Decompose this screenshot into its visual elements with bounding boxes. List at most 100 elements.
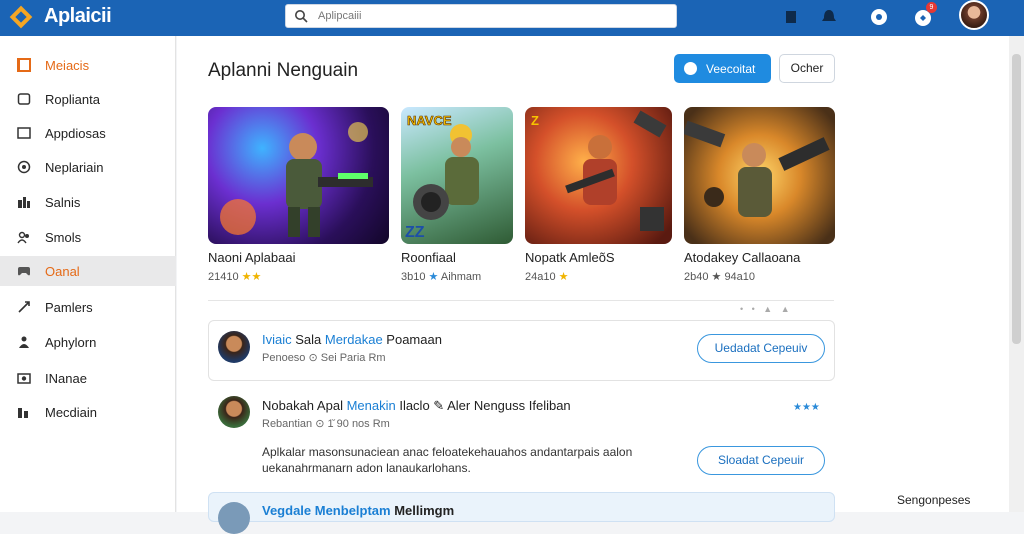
sidebar-item-salnis[interactable]: Salnis — [0, 187, 176, 217]
description-line: uekanahrmanarn adon lanaukarlohans. — [262, 461, 471, 475]
card-rating-value: 21410 — [208, 271, 239, 283]
user-avatar[interactable] — [959, 0, 989, 30]
camera-icon — [17, 373, 31, 384]
game-card-meta: 21410 ★★ — [208, 270, 261, 283]
title-part: Iviaic — [262, 332, 292, 347]
page-title: Aplanni Nenguain — [208, 60, 359, 81]
people-icon — [17, 231, 29, 244]
search-icon — [295, 10, 308, 23]
list-item-title: Iviaic Sala Merdakae Poamaan — [262, 332, 442, 347]
svg-text:Z: Z — [531, 113, 539, 128]
window-icon — [17, 127, 31, 139]
search-bar[interactable]: Aplipcaiii — [285, 4, 677, 28]
title-part: Vegdale — [262, 503, 312, 518]
title-part: Poamaan — [382, 332, 442, 347]
star-icon: ★ — [428, 271, 439, 283]
list-item-avatar — [218, 331, 250, 363]
list-item-avatar — [218, 396, 250, 428]
game-card-title[interactable]: Atodakey Callaoana — [684, 250, 800, 265]
sidebar-item-label: Smols — [45, 230, 82, 245]
chart-icon — [18, 408, 28, 418]
game-card-image[interactable] — [684, 107, 835, 244]
section-divider — [208, 300, 834, 301]
sidebar-item-label: Meiacis — [45, 58, 90, 73]
svg-text:ZZ: ZZ — [405, 224, 425, 241]
button-icon — [684, 62, 697, 75]
sidebar-item-mecdiain[interactable]: Mecdiain — [0, 397, 176, 427]
rating-stars-icon: ★★★ — [793, 402, 820, 413]
sidebar-item-label: INanae — [45, 371, 87, 386]
game-card-title[interactable]: Naoni Aplabaai — [208, 250, 295, 265]
star-icon: ★ — [558, 271, 569, 283]
folder-icon — [17, 58, 31, 72]
sidebar-item-label: Neplariain — [45, 160, 104, 175]
description-line: Aplkalar masonsunaciean anac feloatekeha… — [262, 445, 633, 459]
app-logo-icon[interactable] — [8, 4, 34, 30]
title-part: Sala — [291, 332, 325, 347]
sidebar-item-label: Pamlers — [45, 300, 93, 315]
game-card-title[interactable]: Roonfiaal — [401, 250, 456, 265]
top-bar: Aplaicii Aplipcaiii 9 — [0, 0, 1024, 36]
game-card-title[interactable]: Nopatk AmleõS — [525, 250, 615, 265]
sidebar-item-aphylorn[interactable]: Aphylorn — [0, 327, 176, 357]
bookmark-icon[interactable] — [780, 6, 802, 28]
title-part: Menakin — [346, 398, 396, 413]
sidebar-item-meiacis[interactable]: Meiacis — [0, 50, 176, 80]
star-icon: ★★ — [241, 271, 262, 283]
title-part: Mellimgm — [394, 503, 455, 518]
primary-action-label: Veecoitat — [706, 62, 756, 76]
sidebar: Meiacis Roplianta Appdiosas Neplariain S… — [0, 36, 176, 512]
game-icon — [18, 267, 30, 276]
list-item-description: Aplkalar masonsunaciean anac feloatekeha… — [262, 444, 632, 476]
share-icon — [18, 301, 30, 313]
list-item-subtitle: Rebantian ⊙ 1̆ 90 nos Rm — [262, 418, 390, 430]
chat-bubble-icon[interactable] — [868, 6, 890, 28]
document-icon — [17, 93, 31, 105]
game-card-image[interactable] — [208, 107, 389, 244]
chat-icon — [17, 160, 31, 174]
title-part: Ilaclo — [395, 398, 434, 413]
secondary-action-button[interactable]: Ocher — [779, 54, 835, 83]
game-card-image[interactable]: Z — [525, 107, 672, 244]
sidebar-item-inanae[interactable]: INanae — [0, 363, 176, 393]
title-part: Nobakah Apal — [262, 398, 347, 413]
sidebar-item-label: Salnis — [45, 195, 81, 210]
game-card-meta: 2b40 ★ 94a10 — [684, 270, 755, 283]
title-part: Merdakae — [324, 332, 383, 347]
update-button[interactable]: Sloadat Cepeuir — [697, 446, 825, 475]
carousel-dots[interactable]: • • ▲ ▲ — [740, 304, 793, 314]
card-publisher: Aihmam — [440, 271, 482, 283]
sidebar-item-appdiosas[interactable]: Appdiosas — [0, 118, 176, 148]
sidebar-item-smols[interactable]: Smols — [0, 222, 176, 252]
game-card-meta: 3b10 ★ Aihmam — [401, 270, 481, 283]
sidebar-item-label: Oanal — [45, 264, 80, 279]
soldier-artwork — [684, 120, 830, 217]
footer-link[interactable]: Sengonpeses — [897, 493, 970, 507]
primary-action-button[interactable]: Veecoitat — [674, 54, 771, 83]
update-button[interactable]: Uedadat Cepeuiv — [697, 334, 825, 363]
list-item-title: Nobakah Apal Menakin Ilaclo ✎ Aler Nengu… — [262, 398, 571, 414]
card-rating-value: 2b40 ★ 94a10 — [684, 271, 756, 283]
sidebar-item-label: Mecdiain — [45, 405, 98, 420]
card-rating-value: 3b10 — [401, 271, 426, 283]
card-rating-value: 24a10 — [525, 271, 556, 283]
scrollbar[interactable] — [1009, 36, 1024, 512]
sidebar-item-oanal[interactable]: Oanal — [0, 256, 176, 286]
bell-icon[interactable] — [818, 6, 840, 28]
game-card-image[interactable]: NAVCE ZZ — [401, 107, 513, 244]
app-brand[interactable]: Aplaicii — [44, 5, 112, 28]
svg-text:NAVCE: NAVCE — [407, 113, 452, 128]
scrollbar-thumb[interactable] — [1012, 54, 1021, 344]
sidebar-item-neplariain[interactable]: Neplariain — [0, 152, 176, 182]
sidebar-item-label: Roplianta — [45, 92, 100, 107]
pencil-icon: ✎ — [433, 398, 448, 413]
sidebar-item-roplianta[interactable]: Roplianta — [0, 84, 176, 114]
soldier-artwork: Z — [531, 110, 667, 231]
sidebar-item-pamlers[interactable]: Pamlers — [0, 292, 176, 322]
grid-icon — [18, 197, 30, 208]
sidebar-item-label: Aphylorn — [45, 335, 97, 350]
list-item-avatar — [218, 502, 250, 534]
notification-badge: 9 — [926, 2, 937, 13]
title-part: Aler Nenguss Ifeliban — [447, 398, 571, 413]
soldier-artwork — [220, 122, 373, 237]
